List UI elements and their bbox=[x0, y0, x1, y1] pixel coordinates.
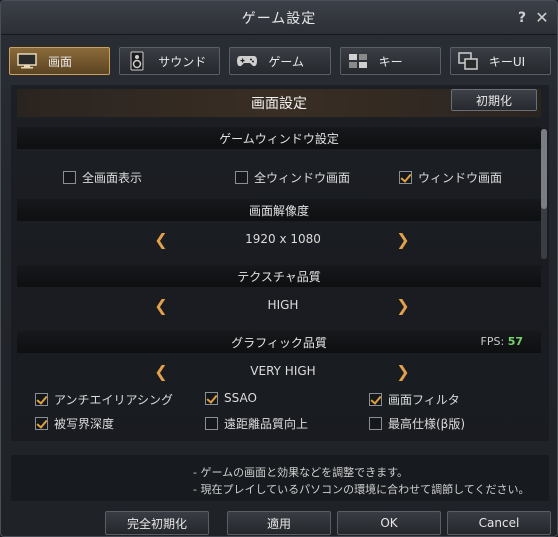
graphic-options-row-2: 被写界深度 遠距離品質向上 最高仕様(β版) bbox=[11, 415, 549, 435]
graphics-quality-label: グラフィック品質 bbox=[231, 335, 327, 350]
title-bar[interactable]: ゲーム設定 ? ✕ bbox=[1, 1, 557, 35]
tab-label: キー bbox=[378, 54, 403, 69]
texture-quality-label: テクスチャ品質 bbox=[237, 269, 321, 284]
resolution-prev-icon[interactable]: ❮ bbox=[153, 231, 169, 249]
checkbox-label: 被写界深度 bbox=[54, 417, 115, 431]
keyboard-icon bbox=[347, 51, 369, 71]
ok-button[interactable]: OK bbox=[337, 511, 441, 535]
window-mode-header: ゲームウィンドウ設定 bbox=[17, 127, 541, 149]
screen-settings-title: 画面設定 bbox=[251, 96, 307, 112]
settings-tabs: 画面 サウンド ゲーム キー キーUI bbox=[9, 47, 552, 75]
checkbox-label: アンチエイリアシング bbox=[54, 393, 174, 407]
info-panel: - ゲームの画面と効果などを調整できます。 - 現在プレイしているパソコンの環境… bbox=[11, 455, 549, 501]
fps-counter: FPS: 57 bbox=[481, 335, 523, 348]
tab-label: キーUI bbox=[488, 54, 526, 69]
window-title: ゲーム設定 bbox=[241, 10, 317, 27]
resolution-header: 画面解像度 bbox=[17, 199, 541, 221]
tab-game[interactable]: ゲーム bbox=[229, 47, 331, 75]
settings-content[interactable]: 画面設定 初期化 ゲームウィンドウ設定 全画面表示 全ウィンドウ画面 ウィンドウ… bbox=[11, 85, 549, 441]
texture-quality-header: テクスチャ品質 bbox=[17, 265, 541, 287]
checkbox-label: ウィンドウ画面 bbox=[418, 171, 503, 185]
tab-label: ゲーム bbox=[268, 54, 305, 69]
window-mode-options: 全画面表示 全ウィンドウ画面 ウィンドウ画面 bbox=[11, 169, 549, 189]
checkbox-label: 全画面表示 bbox=[82, 171, 143, 185]
checkbox-box[interactable] bbox=[205, 417, 218, 430]
checkbox-label: 全ウィンドウ画面 bbox=[254, 171, 351, 185]
speaker-icon bbox=[126, 51, 148, 71]
tab-keys[interactable]: キー bbox=[339, 47, 441, 75]
graphics-quality-selector: ❮ VERY HIGH ❯ bbox=[11, 361, 549, 383]
resolution-selector: ❮ 1920 x 1080 ❯ bbox=[11, 229, 549, 251]
checkbox-box[interactable] bbox=[35, 393, 48, 406]
checkbox-box[interactable] bbox=[205, 391, 218, 405]
tab-label: サウンド bbox=[158, 54, 207, 69]
texture-value: HIGH bbox=[267, 298, 299, 312]
distance-quality-checkbox[interactable]: 遠距離品質向上 bbox=[205, 415, 308, 432]
tab-sound[interactable]: サウンド bbox=[119, 47, 221, 75]
graphic-options-row-1: アンチエイリアシング SSAO 画面フィルタ bbox=[11, 391, 549, 411]
graphics-prev-icon[interactable]: ❮ bbox=[153, 363, 169, 381]
checkbox-label: 画面フィルタ bbox=[388, 393, 460, 407]
game-settings-window: ゲーム設定 ? ✕ 画面 サウンド ゲーム キー キーUI 画面設定 初期化 ゲ… bbox=[0, 0, 558, 537]
monitor-icon bbox=[16, 51, 38, 71]
graphics-next-icon[interactable]: ❯ bbox=[395, 363, 411, 381]
windows-icon bbox=[457, 51, 479, 71]
texture-prev-icon[interactable]: ❮ bbox=[153, 297, 169, 315]
tab-label: 画面 bbox=[48, 54, 73, 69]
checkbox-box[interactable] bbox=[399, 171, 412, 184]
window-mode-label: ゲームウィンドウ設定 bbox=[219, 131, 339, 146]
resolution-label: 画面解像度 bbox=[248, 203, 309, 218]
ultra-spec-checkbox[interactable]: 最高仕様(β版) bbox=[369, 415, 465, 432]
checkbox-box[interactable] bbox=[35, 417, 48, 430]
info-line: - 現在プレイしているパソコンの環境に合わせて調節してください。 bbox=[193, 483, 530, 496]
checkbox-label: 最高仕様(β版) bbox=[388, 417, 466, 431]
checkbox-label: SSAO bbox=[224, 391, 257, 405]
close-icon[interactable]: ✕ bbox=[533, 9, 551, 27]
tab-screen[interactable]: 画面 bbox=[9, 47, 111, 75]
borderless-window-checkbox[interactable]: 全ウィンドウ画面 bbox=[235, 169, 350, 186]
gamepad-icon bbox=[236, 51, 258, 71]
tab-key-ui[interactable]: キーUI bbox=[449, 47, 552, 75]
screen-filter-checkbox[interactable]: 画面フィルタ bbox=[369, 391, 460, 408]
full-reset-button[interactable]: 完全初期化 bbox=[105, 511, 209, 535]
fps-value: 57 bbox=[507, 335, 523, 348]
checkbox-label: 遠距離品質向上 bbox=[224, 417, 309, 431]
depth-of-field-checkbox[interactable]: 被写界深度 bbox=[35, 415, 114, 432]
checkbox-box[interactable] bbox=[235, 171, 248, 184]
reset-button[interactable]: 初期化 bbox=[451, 89, 537, 111]
graphics-value: VERY HIGH bbox=[250, 364, 316, 378]
graphics-quality-header: グラフィック品質 FPS: 57 bbox=[17, 331, 541, 353]
resolution-value: 1920 x 1080 bbox=[245, 232, 321, 246]
fullscreen-checkbox[interactable]: 全画面表示 bbox=[63, 169, 142, 186]
antialiasing-checkbox[interactable]: アンチエイリアシング bbox=[35, 391, 173, 408]
texture-next-icon[interactable]: ❯ bbox=[395, 297, 411, 315]
checkbox-box[interactable] bbox=[63, 171, 76, 184]
cancel-button[interactable]: Cancel bbox=[447, 511, 551, 535]
fps-label: FPS: bbox=[480, 335, 505, 348]
checkbox-box[interactable] bbox=[369, 393, 382, 406]
windowed-checkbox[interactable]: ウィンドウ画面 bbox=[399, 169, 502, 186]
resolution-next-icon[interactable]: ❯ bbox=[395, 231, 411, 249]
texture-quality-selector: ❮ HIGH ❯ bbox=[11, 295, 549, 317]
checkbox-box[interactable] bbox=[369, 417, 382, 430]
info-line: - ゲームの画面と効果などを調整できます。 bbox=[193, 466, 409, 479]
ssao-checkbox[interactable]: SSAO bbox=[205, 391, 257, 405]
help-icon[interactable]: ? bbox=[513, 9, 531, 27]
footer-buttons: 完全初期化 適用 OK Cancel bbox=[1, 507, 557, 536]
apply-button[interactable]: 適用 bbox=[227, 511, 331, 535]
